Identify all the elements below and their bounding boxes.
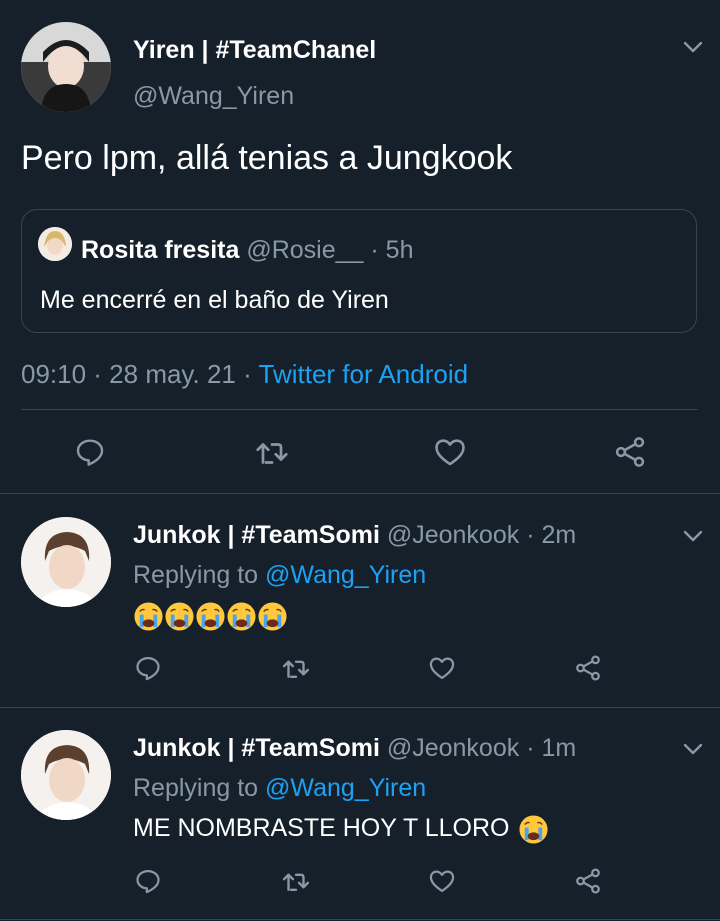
quote-text: Me encerré en el baño de Yiren xyxy=(40,286,389,314)
crying-face-icon xyxy=(164,601,195,632)
divider xyxy=(0,707,720,708)
share-icon[interactable] xyxy=(568,648,608,688)
crying-face-icon xyxy=(226,601,257,632)
share-icon[interactable] xyxy=(568,861,608,901)
avatar[interactable] xyxy=(21,22,111,112)
reply-icon[interactable] xyxy=(70,432,110,472)
display-name[interactable]: Yiren | #TeamChanel xyxy=(133,36,376,65)
quote-handle: @Rosie__ xyxy=(246,236,364,264)
retweet-icon[interactable] xyxy=(276,861,316,901)
avatar-photo xyxy=(21,22,111,112)
tweet-actions xyxy=(0,432,720,472)
divider xyxy=(0,919,720,920)
chevron-down-icon[interactable] xyxy=(681,524,705,548)
tweet-text: ME NOMBRASTE HOY T LLORO xyxy=(133,814,510,843)
quote-display-name: Rosita fresita xyxy=(81,236,240,264)
replying-to-link[interactable]: @Wang_Yiren xyxy=(265,561,426,589)
tweet-body: ME NOMBRASTE HOY T LLORO xyxy=(133,814,549,845)
reply-icon[interactable] xyxy=(128,648,168,688)
crying-face-icon xyxy=(195,601,226,632)
heart-icon[interactable] xyxy=(422,648,462,688)
crying-face-icon xyxy=(133,601,164,632)
tweet-actions xyxy=(0,861,720,901)
crying-face-icon xyxy=(257,601,288,632)
replying-prefix: Replying to xyxy=(133,774,259,802)
tweet-text: Pero lpm, allá tenias a Jungkook xyxy=(21,139,513,177)
time: · 2m xyxy=(526,521,577,549)
heart-icon[interactable] xyxy=(430,432,470,472)
display-name[interactable]: Junkok | #TeamSomi xyxy=(133,521,380,549)
quote-time: · 5h xyxy=(370,236,414,264)
display-name[interactable]: Junkok | #TeamSomi xyxy=(133,734,380,762)
avatar[interactable] xyxy=(21,517,111,607)
quote-tweet-card[interactable]: Rosita fresita @Rosie__ · 5h Me encerré … xyxy=(21,209,697,333)
retweet-icon[interactable] xyxy=(252,432,292,472)
timestamp: 09:10 · 28 may. 21 · xyxy=(21,359,252,389)
chevron-down-icon[interactable] xyxy=(681,737,705,761)
chevron-down-icon[interactable] xyxy=(681,35,705,59)
heart-icon[interactable] xyxy=(422,861,462,901)
retweet-icon[interactable] xyxy=(276,648,316,688)
divider xyxy=(0,493,720,494)
tweet-actions xyxy=(0,648,720,688)
handle[interactable]: @Jeonkook xyxy=(387,734,519,762)
reply-icon[interactable] xyxy=(128,861,168,901)
crying-face-icon xyxy=(518,814,549,845)
time: · 1m xyxy=(526,734,577,762)
replying-to-link[interactable]: @Wang_Yiren xyxy=(265,774,426,802)
handle[interactable]: @Jeonkook xyxy=(387,521,519,549)
handle[interactable]: @Wang_Yiren xyxy=(133,82,294,111)
tweet-emoji-row xyxy=(133,601,288,633)
replying-prefix: Replying to xyxy=(133,561,259,589)
avatar xyxy=(38,227,72,261)
share-icon[interactable] xyxy=(610,432,650,472)
source-link[interactable]: Twitter for Android xyxy=(259,359,469,389)
avatar[interactable] xyxy=(21,730,111,820)
divider xyxy=(21,409,698,410)
